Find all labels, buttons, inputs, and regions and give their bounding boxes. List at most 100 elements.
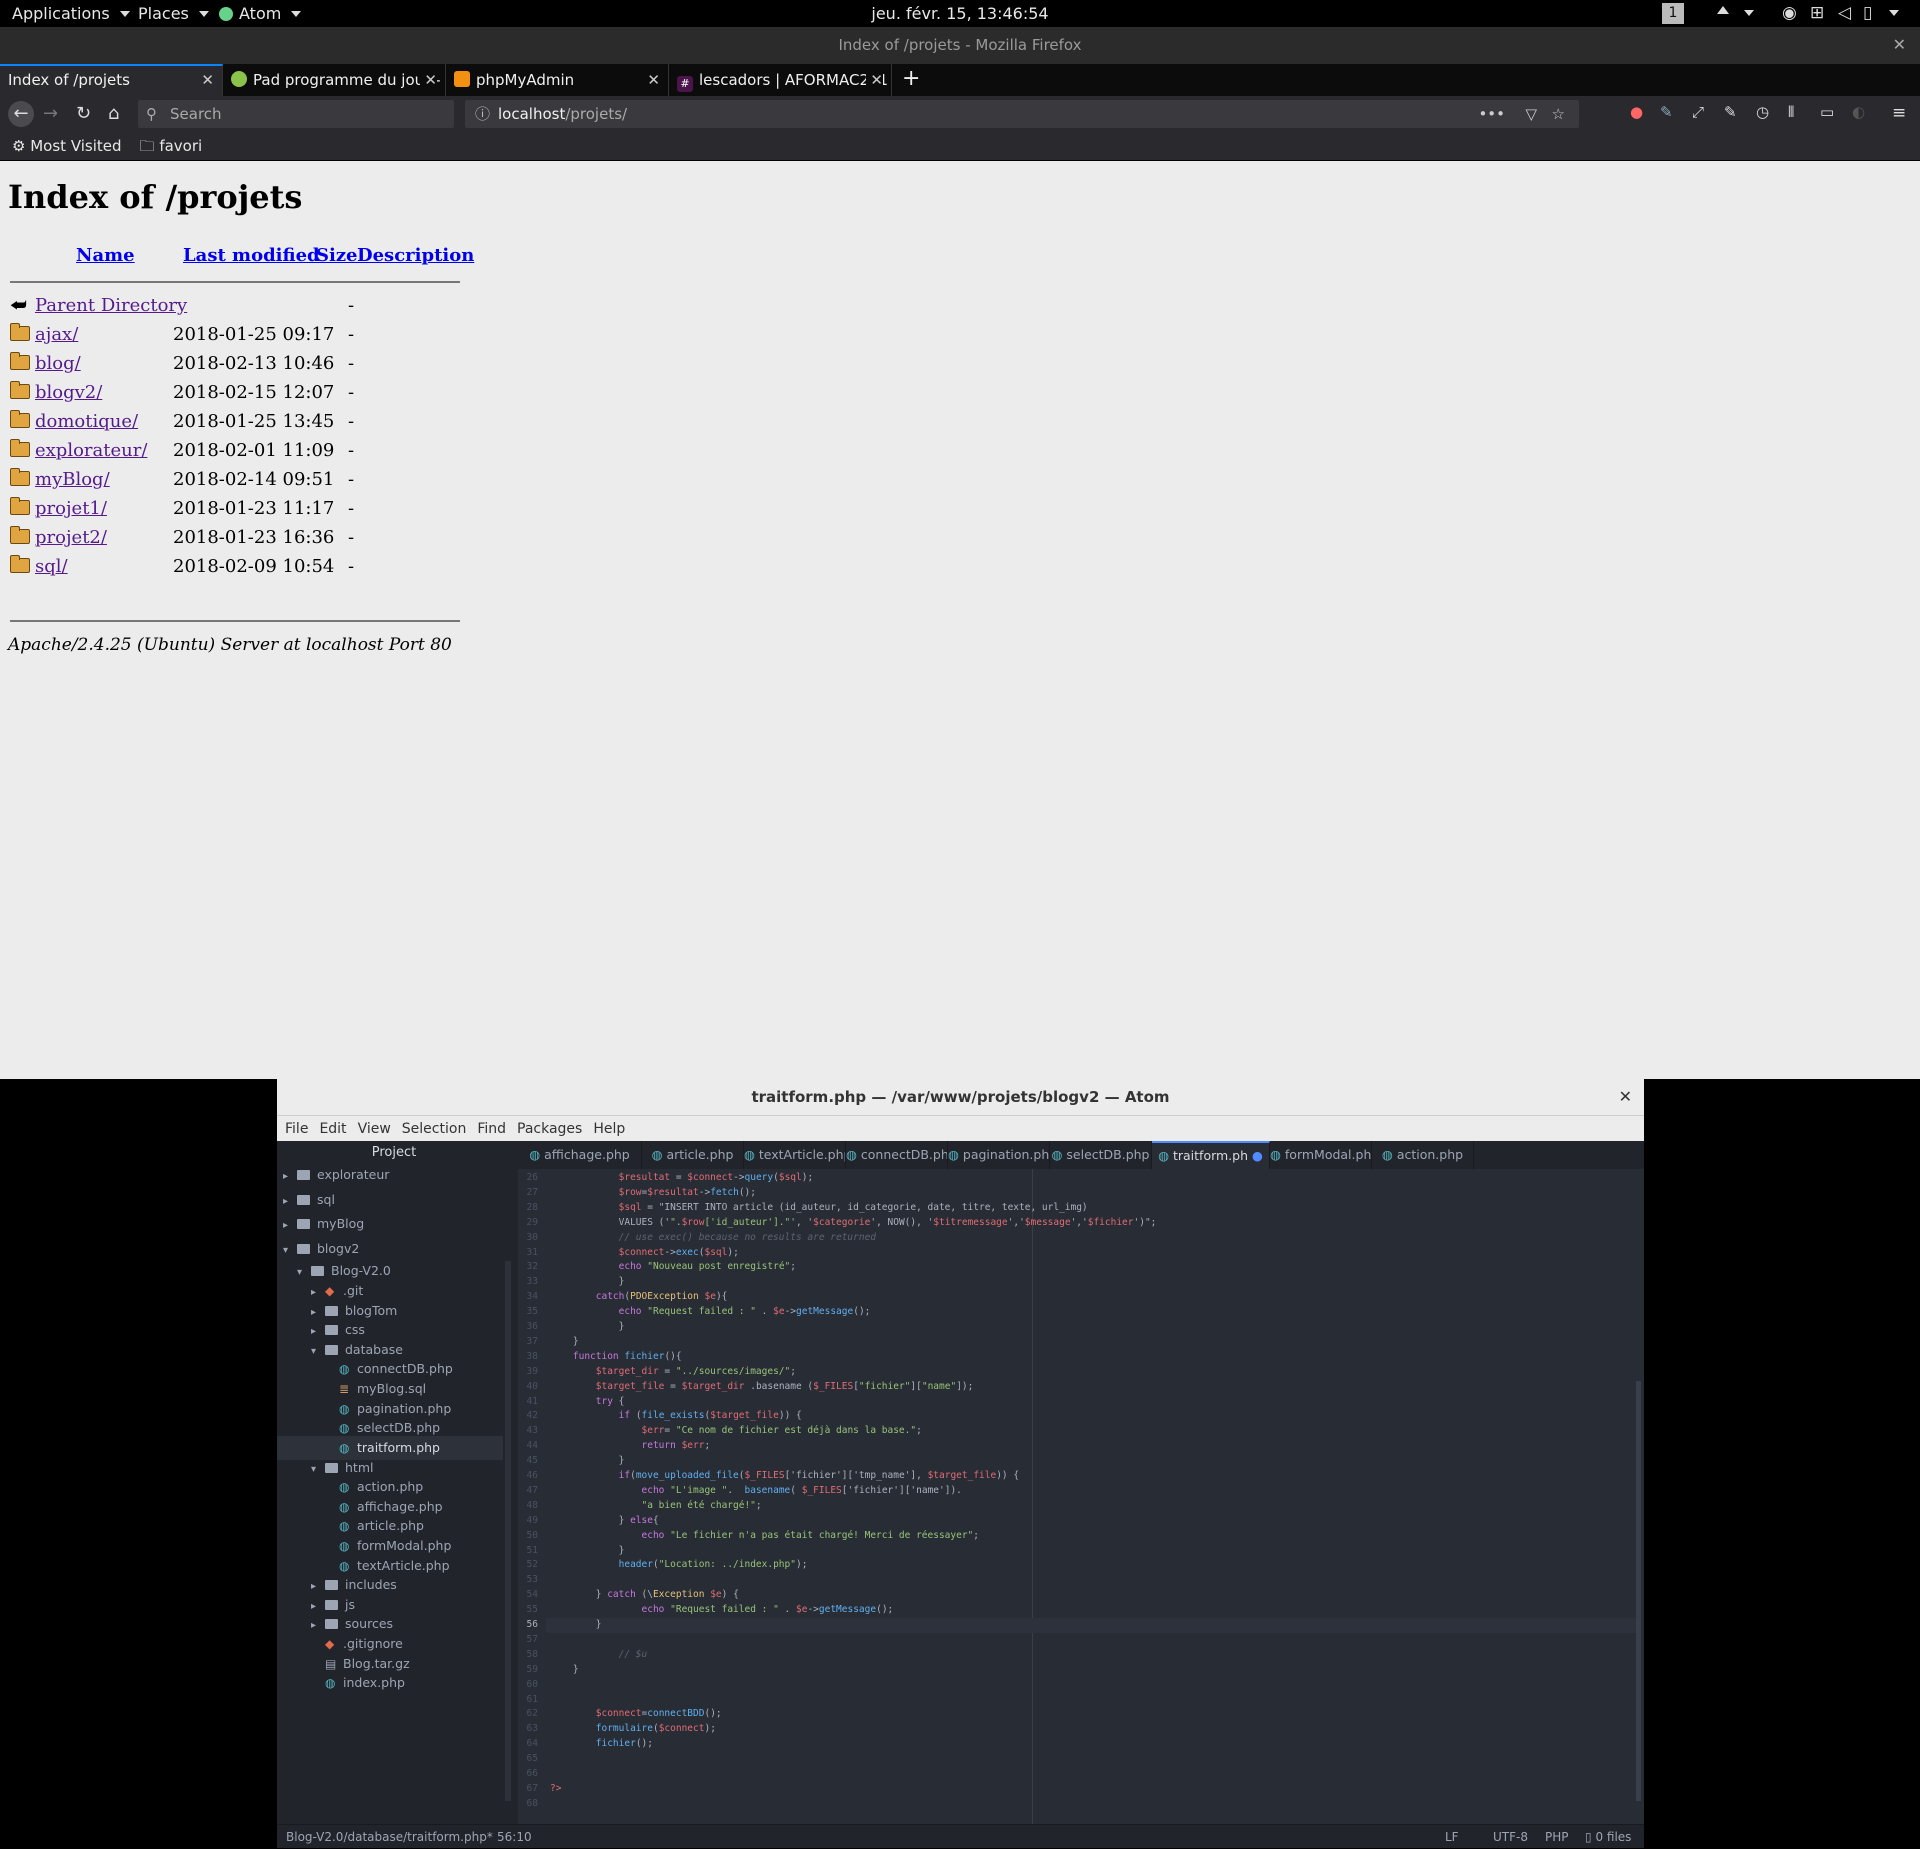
editor-scrollbar[interactable] [1636, 1381, 1641, 1801]
line-number: 42 [526, 1410, 538, 1422]
tree-item-myblog[interactable]: ▸ myBlog [277, 1212, 503, 1236]
search-input[interactable]: ⚲ Search [138, 100, 454, 128]
tab-index-projets[interactable]: Index of /projets ✕ [0, 64, 223, 96]
dir-link[interactable]: ajax/ [35, 320, 78, 349]
column-size-link[interactable]: Size [316, 245, 358, 266]
window-title: traitform.php — /var/www/projets/blogv2 … [751, 1088, 1170, 1106]
close-tab-icon[interactable]: ✕ [866, 64, 883, 96]
editor-tab-traitform-ph[interactable]: ◍ traitform.ph ● [1152, 1141, 1270, 1169]
editor-tab-selectdb-php[interactable]: ◍ selectDB.php [1050, 1141, 1152, 1169]
status-file-path[interactable]: Blog-V2.0/database/traitform.php* [286, 1825, 493, 1849]
close-tab-icon[interactable]: ✕ [647, 64, 660, 96]
bookmark-folder-favori[interactable]: 🗀 favori [140, 133, 203, 160]
tab-label: Pad programme du jour - [253, 71, 441, 89]
menu-file[interactable]: File [285, 1116, 308, 1141]
info-icon[interactable]: ⓘ [475, 100, 490, 128]
status-line-ending[interactable]: LF [1445, 1825, 1459, 1849]
battery-icon[interactable]: ▯ [1863, 3, 1872, 23]
hamburger-menu-icon[interactable]: ≡ [1892, 103, 1906, 123]
code-editor[interactable]: 26 $resultat = $connect->query($sql); 27 … [518, 1169, 1644, 1824]
page-actions-icon[interactable]: ••• [1478, 100, 1505, 128]
editor-tab-action-php[interactable]: ◍ action.php [1372, 1141, 1474, 1169]
line-number: 56 [526, 1619, 538, 1630]
dir-link[interactable]: sql/ [35, 552, 68, 581]
tree-item-index-php[interactable]: ◍ index.php [277, 1671, 503, 1695]
resize-icon[interactable]: ⤢ [1692, 103, 1704, 121]
tree-scrollbar[interactable] [505, 1261, 511, 1801]
column-name-link[interactable]: Name [76, 245, 135, 266]
workspace-indicator[interactable]: 1 [1662, 3, 1684, 24]
reload-button[interactable]: ↻ [76, 103, 91, 124]
dir-link[interactable]: explorateur/ [35, 436, 147, 465]
dir-link[interactable]: projet2/ [35, 523, 107, 552]
extension-icon[interactable]: ● [1630, 103, 1643, 121]
status-grammar[interactable]: PHP [1545, 1825, 1569, 1849]
line-number: 39 [526, 1365, 538, 1377]
url-bar[interactable]: ⓘ localhost/projets/ ••• ▽ ☆ [465, 100, 1579, 128]
search-placeholder: Search [170, 105, 222, 123]
editor-tab-article-php[interactable]: ◍ article.php [642, 1141, 744, 1169]
close-tab-icon[interactable]: ✕ [420, 64, 437, 96]
history-icon[interactable]: ◷ [1756, 103, 1769, 121]
editor-tab-formmodal-php[interactable]: ◍ formModal.php [1270, 1141, 1372, 1169]
tab-pad[interactable]: Pad programme du jour - ✕ [223, 64, 446, 96]
new-tab-button[interactable]: + [892, 64, 920, 96]
home-button[interactable]: ⌂ [108, 103, 119, 124]
close-tab-icon[interactable]: ✕ [201, 66, 214, 95]
status-cursor-position[interactable]: 56:10 [497, 1825, 532, 1849]
settings-icon[interactable]: ◉ [1782, 3, 1797, 23]
eject-icon[interactable] [1717, 6, 1729, 14]
status-files[interactable]: ▯ 0 files [1585, 1825, 1631, 1849]
code-line: // use exec() because no results are ret… [550, 1231, 877, 1243]
menu-selection[interactable]: Selection [402, 1116, 467, 1141]
editor-tab-label: selectDB.php [1066, 1147, 1150, 1162]
menu-packages[interactable]: Packages [517, 1116, 582, 1141]
volume-muted-icon[interactable]: ◁ [1838, 3, 1851, 23]
dir-link[interactable]: blog/ [35, 349, 81, 378]
status-encoding[interactable]: UTF-8 [1493, 1825, 1528, 1849]
menu-find[interactable]: Find [477, 1116, 506, 1141]
wrench-icon[interactable]: ✎ [1724, 103, 1737, 121]
editor-tab-pagination-php[interactable]: ◍ pagination.php [948, 1141, 1050, 1169]
close-window-icon[interactable]: ✕ [1619, 1079, 1632, 1115]
chevron-down-icon[interactable] [1889, 10, 1899, 16]
column-last-modified-link[interactable]: Last modified [183, 245, 320, 266]
clock[interactable]: jeu. févr. 15, 13:46:54 [0, 4, 1920, 23]
menu-edit[interactable]: Edit [319, 1116, 346, 1141]
tab-lescadors[interactable]: # lescadors | AFORMAC201 ✕ [669, 64, 892, 96]
editor-tab-connectdb-php[interactable]: ◍ connectDB.php [846, 1141, 948, 1169]
menu-view[interactable]: View [358, 1116, 391, 1141]
bookmark-most-visited[interactable]: ⚙ Most Visited [12, 133, 122, 160]
line-number: 48 [526, 1499, 538, 1511]
editor-tab-affichage-php[interactable]: ◍ affichage.php [518, 1141, 642, 1169]
library-icon[interactable]: ⫴ [1788, 103, 1794, 121]
line-number: 58 [526, 1648, 538, 1660]
dir-link[interactable]: projet1/ [35, 494, 107, 523]
editor-pane: ◍ affichage.php ◍ article.php ◍ textArticl… [518, 1141, 1644, 1824]
menu-help[interactable]: Help [593, 1116, 625, 1141]
line-number: 65 [526, 1753, 538, 1765]
dir-link[interactable]: blogv2/ [35, 378, 102, 407]
editor-tab-textarticle-php[interactable]: ◍ textArticle.php [744, 1141, 846, 1169]
chevron-down-icon[interactable] [1744, 10, 1754, 16]
dir-link[interactable]: domotique/ [35, 407, 138, 436]
network-icon[interactable]: ⊞ [1810, 3, 1824, 23]
bookmark-star-icon[interactable]: ☆ [1552, 100, 1565, 128]
tab-phpmyadmin[interactable]: phpMyAdmin ✕ [446, 64, 669, 96]
dir-link[interactable]: myBlog/ [35, 465, 110, 494]
modified-cell: 2018-02-13 10:46 [173, 353, 335, 374]
sidebar-icon[interactable]: ▭ [1820, 103, 1834, 121]
colorpicker-icon[interactable]: ✎ [1660, 103, 1673, 121]
forward-button[interactable]: → [43, 103, 58, 124]
tree-item-sql[interactable]: ▸ sql [277, 1188, 503, 1212]
close-window-icon[interactable]: ✕ [1893, 27, 1906, 63]
chevron-right-icon: ▸ [283, 1196, 289, 1207]
parent-directory-link[interactable]: Parent Directory [35, 291, 187, 320]
tree-item-explorateur[interactable]: ▸ explorateur [277, 1163, 503, 1187]
folder-icon [10, 468, 30, 486]
tree-item-blogv2[interactable]: ▾ blogv2 [277, 1237, 503, 1261]
column-description-link[interactable]: Description [357, 245, 474, 266]
modified-dot-icon: ● [1248, 1148, 1263, 1163]
pocket-icon[interactable]: ▽ [1525, 100, 1537, 128]
back-button[interactable]: ← [8, 101, 34, 127]
